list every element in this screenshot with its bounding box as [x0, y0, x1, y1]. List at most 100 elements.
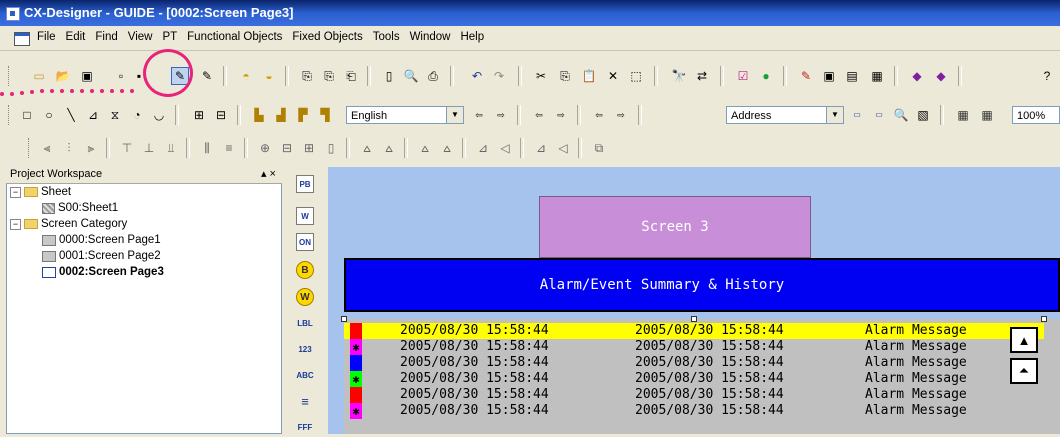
bring-front-icon[interactable]: ▙: [250, 106, 268, 124]
frame-prev-icon[interactable]: ⇦: [590, 106, 608, 124]
center-both-icon[interactable]: ⊞: [300, 139, 318, 157]
menu-fixed-objects[interactable]: Fixed Objects: [287, 31, 367, 43]
select-all-icon[interactable]: ⬚: [627, 67, 645, 85]
polygon-icon[interactable]: ⧖: [106, 106, 124, 124]
paste-icon[interactable]: 📋: [580, 67, 598, 85]
alarm-row[interactable]: 2005/08/30 15:58:44 2005/08/30 15:58:44 …: [344, 355, 1044, 371]
zoom-icon[interactable]: 🔍: [892, 106, 910, 124]
menu-help[interactable]: Help: [455, 31, 489, 43]
folder-icon[interactable]: ▤: [843, 67, 861, 85]
dropdown-arrow-icon[interactable]: ▼: [826, 107, 843, 123]
copy-object-icon[interactable]: ⎘: [298, 67, 316, 85]
alarm-row[interactable]: 2005/08/30 15:58:44 2005/08/30 15:58:44 …: [344, 323, 1044, 339]
lamp-icon[interactable]: ●: [757, 67, 775, 85]
align-center-icon[interactable]: ⫶: [60, 139, 78, 157]
align-right-icon[interactable]: ⫸: [82, 139, 100, 157]
string-display-icon[interactable]: ABC: [296, 367, 314, 385]
label-icon[interactable]: LBL: [296, 315, 314, 333]
align-top-icon[interactable]: ⊤: [118, 139, 136, 157]
distribute-v-icon[interactable]: ≡: [220, 139, 238, 157]
transfer-icon[interactable]: ◆: [908, 67, 926, 85]
list-selection-icon[interactable]: ≡: [296, 393, 314, 411]
print-preview-icon[interactable]: 🔍: [402, 67, 420, 85]
paste-screen-icon[interactable]: ⎗: [342, 67, 360, 85]
save-all-icon[interactable]: ▣: [78, 67, 96, 85]
screen-icon[interactable]: ▣: [820, 67, 838, 85]
resize-handle[interactable]: [691, 316, 697, 322]
new-project-icon[interactable]: ▭: [30, 67, 48, 85]
screen-3-button[interactable]: Screen 3: [539, 196, 811, 258]
center-v-icon[interactable]: ⊟: [278, 139, 296, 157]
triangle-right-icon[interactable]: ⊿: [532, 139, 550, 157]
word-lamp-icon[interactable]: W: [296, 288, 314, 306]
triangle-left-icon[interactable]: ◁: [496, 139, 514, 157]
align-middle-icon[interactable]: ⊥: [140, 139, 158, 157]
edit-sheet-icon[interactable]: ✎: [198, 67, 216, 85]
frame-next-icon[interactable]: ⇨: [612, 106, 630, 124]
help-icon[interactable]: ?: [1038, 67, 1056, 85]
dropdown-arrow-icon[interactable]: ▼: [446, 107, 463, 123]
redo-icon[interactable]: ↷: [490, 67, 508, 85]
resize-handle[interactable]: [1041, 316, 1047, 322]
find-icon[interactable]: 🔭: [670, 67, 688, 85]
flip-v-icon[interactable]: ⩟: [438, 139, 456, 157]
arc-icon[interactable]: ◡: [150, 106, 168, 124]
menu-view[interactable]: View: [123, 31, 158, 43]
rectangle-icon[interactable]: □: [18, 106, 36, 124]
undo-icon[interactable]: ↶: [468, 67, 486, 85]
distribute-h-icon[interactable]: ⫼: [198, 139, 216, 157]
new-screen-icon[interactable]: ▫: [112, 67, 130, 85]
tree-item-sheet1[interactable]: S00:Sheet1: [42, 202, 118, 214]
copy-screen-icon[interactable]: ⎘: [320, 67, 338, 85]
collapse-icon[interactable]: −: [10, 186, 21, 198]
alarm-event-list[interactable]: 2005/08/30 15:58:44 2005/08/30 15:58:44 …: [344, 319, 1060, 434]
numeral-display-icon[interactable]: 123: [296, 341, 314, 359]
word-button-icon[interactable]: W: [296, 207, 314, 225]
label-next-icon[interactable]: ⇨: [492, 106, 510, 124]
replace-icon[interactable]: ⇄: [693, 67, 711, 85]
language-select[interactable]: English ▼: [346, 106, 464, 124]
address-select[interactable]: Address ▼: [726, 106, 844, 124]
menu-edit[interactable]: Edit: [61, 31, 91, 43]
zoom-select[interactable]: 100%: [1012, 106, 1060, 124]
triangle-up-icon[interactable]: ⊿: [474, 139, 492, 157]
alarm-row[interactable]: ✱ 2005/08/30 15:58:44 2005/08/30 15:58:4…: [344, 339, 1044, 355]
menu-tools[interactable]: Tools: [368, 31, 405, 43]
display-toggle-icon[interactable]: ▧: [914, 106, 932, 124]
grid-icon[interactable]: ▦: [954, 106, 972, 124]
align-bottom-icon[interactable]: ⫫: [162, 139, 180, 157]
page-icon[interactable]: ▯: [380, 67, 398, 85]
color-palette-icon[interactable]: ◓: [237, 67, 255, 85]
alarm-row[interactable]: 2005/08/30 15:58:44 2005/08/30 15:58:44 …: [344, 387, 1044, 403]
same-size-icon[interactable]: ▯: [322, 139, 340, 157]
collapse-icon[interactable]: −: [10, 218, 21, 230]
copy-icon[interactable]: ⎘: [556, 67, 574, 85]
on-off-button-icon[interactable]: ON: [296, 233, 314, 251]
push-button-icon[interactable]: PB: [296, 175, 314, 193]
color-palette-2-icon[interactable]: ◒: [260, 67, 278, 85]
polyline-icon[interactable]: ⊿: [84, 106, 102, 124]
resize-handle[interactable]: [341, 316, 347, 322]
tree-item-screen-page2[interactable]: 0001:Screen Page2: [42, 250, 161, 262]
triangle-down-icon[interactable]: ◁: [554, 139, 572, 157]
toolbar-grip[interactable]: [8, 105, 12, 125]
align-left-icon[interactable]: ⫷: [38, 139, 56, 157]
alarm-row[interactable]: ✱ 2005/08/30 15:58:44 2005/08/30 15:58:4…: [344, 371, 1044, 387]
page-prev-icon[interactable]: ⇦: [530, 106, 548, 124]
toolbar-grip[interactable]: [28, 138, 32, 158]
cut-icon[interactable]: ✂: [532, 67, 550, 85]
send-backward-icon[interactable]: ▜: [316, 106, 334, 124]
group-icon[interactable]: ⊞: [190, 106, 208, 124]
flip-h-icon[interactable]: ⩟: [416, 139, 434, 157]
menu-window[interactable]: Window: [405, 31, 456, 43]
scroll-top-button[interactable]: ⏶: [1010, 358, 1038, 384]
circle-icon[interactable]: ○: [40, 106, 58, 124]
properties-icon[interactable]: ▦: [868, 67, 886, 85]
id-display-icon[interactable]: ▭: [870, 106, 888, 124]
toolbar-grip[interactable]: [8, 66, 12, 86]
more-objects-icon[interactable]: FFF: [296, 419, 314, 437]
alarm-row[interactable]: ✱ 2005/08/30 15:58:44 2005/08/30 15:58:4…: [344, 403, 1044, 419]
tree-item-screen-page1[interactable]: 0000:Screen Page1: [42, 234, 161, 246]
menu-functional-objects[interactable]: Functional Objects: [182, 31, 287, 43]
delete-icon[interactable]: ✕: [604, 67, 622, 85]
